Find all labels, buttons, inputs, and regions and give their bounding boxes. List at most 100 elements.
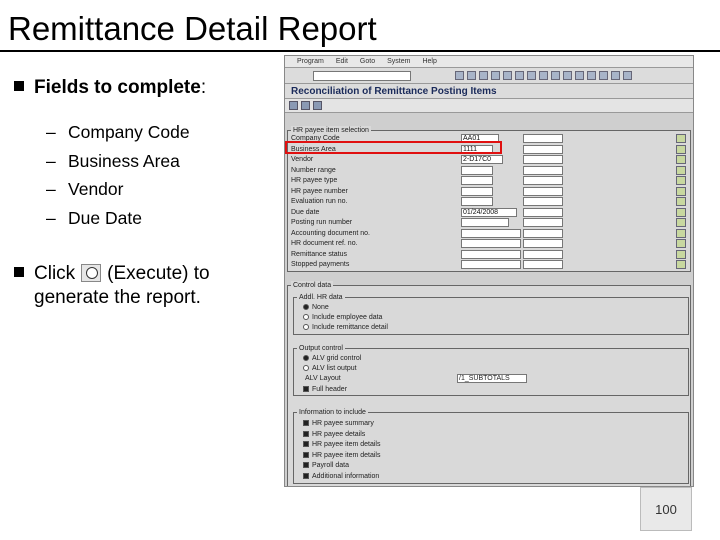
info-option[interactable]: HR payee item details [303,440,380,449]
info-option[interactable]: Payroll data [303,461,349,470]
multiple-selection-icon[interactable] [676,165,686,175]
radio-button[interactable] [303,365,309,371]
selection-row: Remittance status [291,249,686,260]
selection-row-to-input[interactable] [523,197,563,206]
alv-layout-input[interactable]: /1_SUBTOTALS [457,374,527,383]
layout-icon[interactable] [623,71,632,80]
selection-row-input[interactable] [461,260,521,269]
sublist-item: – Vendor [46,175,190,204]
selection-row-input[interactable] [461,228,521,238]
selection-row-to-input[interactable] [523,155,563,164]
checkbox[interactable] [303,462,309,468]
prev-page-icon[interactable] [551,71,560,80]
info-option[interactable]: HR payee summary [303,419,374,428]
checkbox[interactable] [303,451,309,458]
selection-row-input[interactable]: 01/24/2008 [461,207,517,217]
radio-button[interactable] [303,324,309,330]
menu-program[interactable]: Program [297,56,324,67]
selection-row-input[interactable] [461,197,493,206]
info-option[interactable]: Additional information [303,472,379,481]
selection-row-input[interactable] [461,165,493,175]
bullet-execute: Click (Execute) to generate the report. [14,262,210,310]
multiple-selection-icon[interactable] [676,144,686,154]
selection-row-to-input[interactable] [523,144,563,154]
checkbox[interactable] [303,430,309,437]
next-page-icon[interactable] [563,71,572,80]
selection-row-to-input[interactable] [523,239,563,248]
multiple-selection-icon[interactable] [676,228,686,238]
multiple-selection-icon[interactable] [676,134,686,143]
multiple-selection-icon[interactable] [676,186,686,196]
execute-icon[interactable] [289,101,298,110]
menu-system[interactable]: System [387,56,410,67]
control-frame-title: Control data [291,281,334,290]
full-header-option[interactable]: Full header [303,385,347,394]
multiple-selection-icon[interactable] [676,197,686,206]
output-option[interactable]: ALV grid control [303,354,361,363]
selection-row: Stopped payments [291,260,686,270]
info-option-label: Additional information [312,472,380,480]
bullet-square [14,81,24,91]
selection-row-input[interactable] [461,176,493,185]
selection-row-to-input[interactable] [523,260,563,269]
find-next-icon[interactable] [527,71,536,80]
full-header-option-label: Full header [312,386,348,393]
selection-row-to-input[interactable] [523,207,563,217]
addl-option[interactable]: Include employee data [303,313,382,322]
back-icon[interactable] [467,71,476,80]
selection-row-input[interactable] [461,218,509,227]
selection-row-input[interactable] [461,239,521,248]
selection-row-to-input[interactable] [523,165,563,175]
last-page-icon[interactable] [575,71,584,80]
info-icon[interactable] [313,101,322,110]
print-icon[interactable] [503,71,512,80]
radio-button[interactable] [303,355,309,361]
checkbox[interactable] [303,386,309,392]
checkbox[interactable] [303,441,309,447]
info-option[interactable]: HR payee item details [303,451,380,460]
selection-row-to-input[interactable] [523,228,563,238]
command-field[interactable] [313,71,411,81]
shortcut-icon[interactable] [599,71,608,80]
help-icon[interactable] [611,71,620,80]
selection-row-input[interactable]: 2-D17C0 [461,155,503,164]
radio-button[interactable] [303,314,309,320]
selection-row-to-input[interactable] [523,176,563,185]
multiple-selection-icon[interactable] [676,239,686,248]
checkbox[interactable] [303,420,309,426]
multiple-selection-icon[interactable] [676,176,686,185]
menu-edit[interactable]: Edit [336,56,348,67]
selection-row: Number range [291,165,686,176]
save-icon[interactable] [455,71,464,80]
multiple-selection-icon[interactable] [676,260,686,269]
selection-row-to-input[interactable] [523,186,563,196]
variant-icon[interactable] [301,101,310,110]
info-option-label: HR payee item details [312,441,381,448]
selection-row-to-input[interactable] [523,134,563,143]
addl-option[interactable]: None [303,303,329,312]
radio-button[interactable] [303,304,309,310]
output-option[interactable]: ALV list output [303,364,357,373]
menu-help[interactable]: Help [422,56,436,67]
exit-icon[interactable] [479,71,488,80]
selection-row-input[interactable] [461,249,521,259]
multiple-selection-icon[interactable] [676,155,686,164]
addl-option[interactable]: Include remittance detail [303,323,388,332]
selection-row-to-input[interactable] [523,249,563,259]
cancel-icon[interactable] [491,71,500,80]
addl-option-label: Include employee data [312,314,383,321]
field-sublist: – Company Code – Business Area – Vendor – Du… [46,118,190,232]
selection-row-to-input[interactable] [523,218,563,227]
new-session-icon[interactable] [587,71,596,80]
selection-row-input[interactable] [461,186,493,196]
multiple-selection-icon[interactable] [676,249,686,259]
first-page-icon[interactable] [539,71,548,80]
selection-row: Due date 01/24/2008 [291,207,686,218]
menu-goto[interactable]: Goto [360,56,375,67]
find-icon[interactable] [515,71,524,80]
checkbox[interactable] [303,472,309,479]
multiple-selection-icon[interactable] [676,218,686,227]
multiple-selection-icon[interactable] [676,207,686,217]
info-option[interactable]: HR payee details [303,430,365,439]
selection-row-label: Accounting document no. [291,229,370,237]
